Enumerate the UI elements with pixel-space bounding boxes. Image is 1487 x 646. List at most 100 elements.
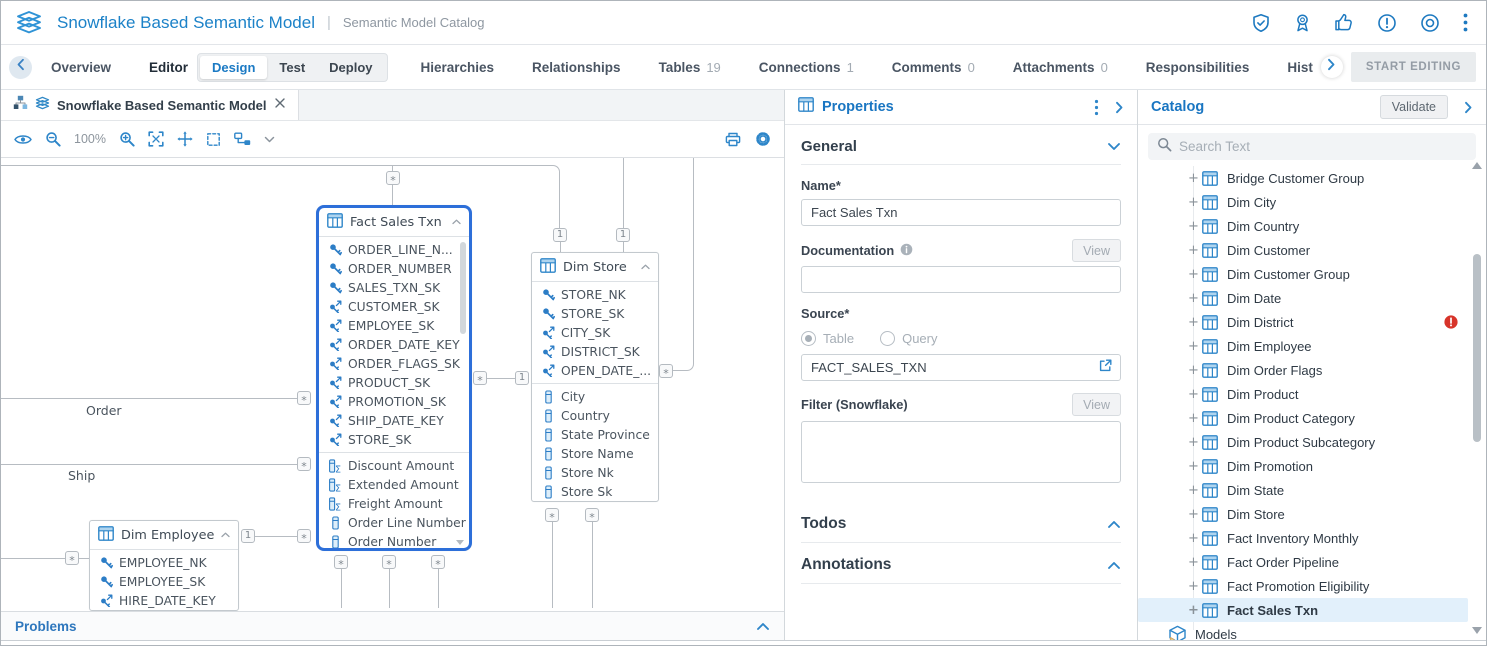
todos-section-header[interactable]: Todos	[801, 502, 1121, 543]
auto-layout-icon[interactable]	[234, 132, 251, 146]
expand-plus-icon[interactable]: +	[1188, 267, 1202, 282]
todos-collapse-icon[interactable]	[1107, 520, 1121, 529]
relationship-label-order[interactable]: Order	[86, 403, 122, 418]
segment-test[interactable]: Test	[267, 56, 317, 79]
expand-plus-icon[interactable]: +	[1188, 507, 1202, 522]
catalog-item-dim-product-subcategory[interactable]: +Dim Product Subcategory	[1138, 430, 1468, 454]
validate-button[interactable]: Validate	[1380, 95, 1448, 119]
annotations-collapse-icon[interactable]	[1107, 561, 1121, 570]
entity-header[interactable]: Dim Store	[532, 253, 658, 282]
catalog-item-models[interactable]: Models	[1138, 622, 1468, 640]
expand-plus-icon[interactable]: +	[1188, 171, 1202, 186]
expand-plus-icon[interactable]: +	[1188, 411, 1202, 426]
entity-field[interactable]: STORE_SK	[319, 430, 469, 449]
expand-plus-icon[interactable]: +	[1188, 459, 1202, 474]
expand-plus-icon[interactable]: +	[1188, 243, 1202, 258]
nav-scroll-right-button[interactable]	[1321, 56, 1343, 78]
expand-plus-icon[interactable]: +	[1188, 531, 1202, 546]
expand-plus-icon[interactable]: +	[1188, 339, 1202, 354]
watch-icon[interactable]	[1420, 13, 1440, 33]
expand-plus-icon[interactable]: +	[1188, 387, 1202, 402]
nav-back-button[interactable]	[9, 56, 32, 79]
nav-item-hist[interactable]: Hist	[1287, 60, 1317, 75]
expand-plus-icon[interactable]: +	[1188, 219, 1202, 234]
entity-field[interactable]: ORDER_FLAGS_SK	[319, 354, 469, 373]
preview-eye-icon[interactable]	[14, 133, 32, 146]
entity-field[interactable]: ORDER_NUMBER	[319, 259, 469, 278]
entity-field[interactable]: ΣExtended Amount	[319, 475, 469, 494]
segment-design[interactable]: Design	[200, 56, 267, 79]
entity-field[interactable]: STORE_NK	[532, 285, 658, 304]
nav-item-editor[interactable]: Editor	[149, 60, 188, 75]
catalog-item-dim-store[interactable]: +Dim Store	[1138, 502, 1468, 526]
catalog-item-dim-order-flags[interactable]: +Dim Order Flags	[1138, 358, 1468, 382]
thumbs-up-icon[interactable]	[1334, 13, 1354, 32]
catalog-item-fact-sales-txn[interactable]: +Fact Sales Txn	[1138, 598, 1468, 622]
nav-item-responsibilities[interactable]: Responsibilities	[1146, 60, 1250, 75]
catalog-item-dim-promotion[interactable]: +Dim Promotion	[1138, 454, 1468, 478]
catalog-item-dim-employee[interactable]: +Dim Employee	[1138, 334, 1468, 358]
catalog-item-dim-date[interactable]: +Dim Date	[1138, 286, 1468, 310]
expand-plus-icon[interactable]: +	[1188, 483, 1202, 498]
external-link-icon[interactable]	[1098, 358, 1113, 373]
nav-item-attachments[interactable]: Attachments0	[1013, 60, 1108, 75]
entity-field[interactable]: ΣFreight Amount	[319, 494, 469, 513]
expand-plus-icon[interactable]: +	[1188, 315, 1202, 330]
catalog-collapse-icon[interactable]	[1464, 101, 1473, 114]
entity-field[interactable]: City	[532, 387, 658, 406]
expand-plus-icon[interactable]: +	[1188, 555, 1202, 570]
expand-plus-icon[interactable]: +	[1188, 363, 1202, 378]
kebab-menu-icon[interactable]	[1463, 13, 1468, 32]
entity-field[interactable]: ORDER_DATE_KEY	[319, 335, 469, 354]
scroll-up-arrow-icon[interactable]	[1472, 162, 1482, 169]
entity-field[interactable]: Store Nk	[532, 463, 658, 482]
entity-dim-employee[interactable]: Dim EmployeeEMPLOYEE_NKEMPLOYEE_SKHIRE_D…	[89, 520, 239, 611]
catalog-item-bridge-customer-group[interactable]: +Bridge Customer Group	[1138, 166, 1468, 190]
catalog-item-fact-promotion-eligibility[interactable]: +Fact Promotion Eligibility	[1138, 574, 1468, 598]
catalog-item-dim-product-category[interactable]: +Dim Product Category	[1138, 406, 1468, 430]
collapse-chevron-icon[interactable]	[452, 219, 461, 225]
zoom-in-icon[interactable]	[119, 131, 135, 147]
expand-plus-icon[interactable]: +	[1188, 195, 1202, 210]
catalog-item-dim-city[interactable]: +Dim City	[1138, 190, 1468, 214]
nav-item-relationships[interactable]: Relationships	[532, 60, 621, 75]
entity-field[interactable]: DISTRICT_SK	[532, 342, 658, 361]
entity-fact-sales-txn[interactable]: Fact Sales TxnORDER_LINE_N...ORDER_NUMBE…	[316, 205, 472, 551]
pan-move-icon[interactable]	[177, 131, 193, 147]
properties-collapse-icon[interactable]	[1115, 101, 1124, 114]
filter-view-button[interactable]: View	[1072, 393, 1121, 416]
entity-dim-store[interactable]: Dim Store STORE_NKSTORE_SKCITY_SKDISTRICT…	[531, 252, 659, 502]
shield-check-icon[interactable]	[1251, 13, 1271, 33]
problems-collapse-icon[interactable]	[756, 622, 770, 631]
entity-field[interactable]: HIRE_DATE_KEY	[90, 591, 238, 610]
expand-plus-icon[interactable]: +	[1188, 291, 1202, 306]
relationship-label-ship[interactable]: Ship	[68, 468, 95, 483]
source-option-table[interactable]: Table	[801, 331, 854, 346]
tab-close-icon[interactable]	[274, 96, 286, 114]
layout-dropdown-chevron-icon[interactable]	[264, 136, 275, 143]
diagram-tab[interactable]: Snowflake Based Semantic Model	[1, 90, 299, 120]
collapse-chevron-icon[interactable]	[221, 532, 230, 538]
scrollbar-thumb[interactable]	[1473, 254, 1481, 442]
catalog-item-dim-country[interactable]: +Dim Country	[1138, 214, 1468, 238]
documentation-field[interactable]	[801, 266, 1121, 293]
general-section-header[interactable]: General	[801, 125, 1121, 165]
search-input[interactable]	[1179, 139, 1467, 154]
entity-field[interactable]: CUSTOMER_SK	[319, 297, 469, 316]
catalog-scrollbar[interactable]	[1471, 162, 1483, 634]
catalog-item-fact-order-pipeline[interactable]: +Fact Order Pipeline	[1138, 550, 1468, 574]
catalog-item-dim-product[interactable]: +Dim Product	[1138, 382, 1468, 406]
entity-field[interactable]: SALES_TXN_SK	[319, 278, 469, 297]
entity-field[interactable]: EMPLOYEE_SK	[319, 316, 469, 335]
entity-field[interactable]: CITY_SK	[532, 323, 658, 342]
marquee-select-icon[interactable]	[206, 132, 221, 147]
diagram-canvas[interactable]: OrderShip*11**1**1*******Fact Sales TxnO…	[1, 158, 784, 611]
catalog-item-dim-customer[interactable]: +Dim Customer	[1138, 238, 1468, 262]
expand-plus-icon[interactable]: +	[1188, 579, 1202, 594]
zoom-out-icon[interactable]	[45, 131, 61, 147]
entity-field[interactable]: STORE_SK	[532, 304, 658, 323]
entity-field[interactable]: PRODUCT_SK	[319, 373, 469, 392]
nav-item-hierarchies[interactable]: Hierarchies	[421, 60, 495, 75]
entity-header[interactable]: Dim Employee	[90, 521, 238, 550]
scroll-down-arrow-icon[interactable]	[1472, 627, 1482, 634]
